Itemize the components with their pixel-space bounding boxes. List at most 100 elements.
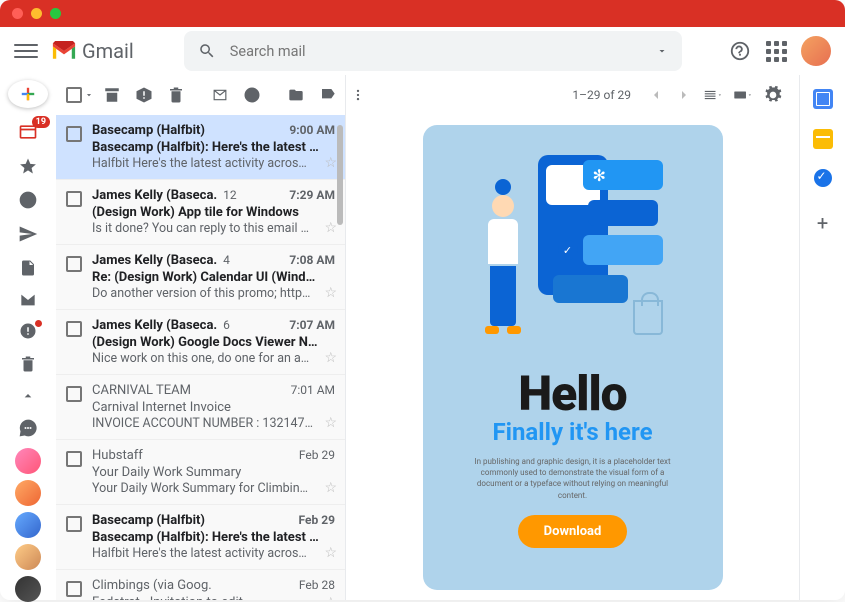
gmail-logo[interactable]: Gmail xyxy=(50,39,134,63)
prev-page-button[interactable] xyxy=(647,86,665,104)
keyboard-button[interactable] xyxy=(733,85,753,105)
search-input[interactable] xyxy=(230,43,656,60)
email-list: Basecamp (Halfbit)9:00 AM Basecamp (Half… xyxy=(56,115,345,600)
email-row[interactable]: Basecamp (Halfbit)9:00 AM Basecamp (Half… xyxy=(56,115,345,180)
maximize-window-button[interactable] xyxy=(50,8,61,19)
star-icon[interactable]: ☆ xyxy=(324,595,337,600)
download-button[interactable]: Download xyxy=(518,515,628,548)
email-sender: James Kelly (Baseca. 6 xyxy=(92,318,230,333)
split-pane-button[interactable] xyxy=(703,85,723,105)
email-preview: ✓ Hello Finally it's here In publishing … xyxy=(346,115,799,600)
drafts-nav[interactable] xyxy=(18,258,38,278)
email-subject: (Design Work) Google Docs Viewer N… xyxy=(92,335,335,350)
select-all[interactable] xyxy=(66,87,94,103)
contact-avatar-3[interactable] xyxy=(15,512,41,538)
contact-avatar-1[interactable] xyxy=(15,448,41,474)
newsletter-title: Hello xyxy=(518,365,626,422)
email-row[interactable]: James Kelly (Baseca. 12 7:29 AM (Design W… xyxy=(56,180,345,245)
trash-nav[interactable] xyxy=(18,354,38,374)
email-preview-text: Halfbit Here's the latest activity acros… xyxy=(92,156,335,171)
newsletter-blurb: In publishing and graphic design, it is … xyxy=(473,456,673,501)
get-addons-button[interactable]: + xyxy=(817,211,828,235)
email-row[interactable]: HubstaffFeb 29 Your Daily Work Summary Y… xyxy=(56,440,345,505)
email-row[interactable]: Climbings (via Goog.Feb 28 Fedstrat - In… xyxy=(56,570,345,600)
email-row[interactable]: James Kelly (Baseca. 4 7:08 AM Re: (Desig… xyxy=(56,245,345,310)
star-icon[interactable]: ☆ xyxy=(324,220,337,236)
email-row[interactable]: Basecamp (Halfbit)Feb 29 Basecamp (Halfb… xyxy=(56,505,345,570)
help-button[interactable] xyxy=(729,40,751,62)
chat-nav[interactable] xyxy=(18,418,38,438)
email-sender: CARNIVAL TEAM xyxy=(92,383,191,398)
app-header: Gmail xyxy=(0,27,845,75)
next-page-button[interactable] xyxy=(675,86,693,104)
reading-pane: 1–29 of 29 ✓ Hello Finally it's here In … xyxy=(346,75,799,600)
archive-button[interactable] xyxy=(103,86,121,104)
email-checkbox[interactable] xyxy=(66,516,82,561)
close-window-button[interactable] xyxy=(12,8,23,19)
email-row[interactable]: CARNIVAL TEAM7:01 AM Carnival Internet I… xyxy=(56,375,345,440)
star-icon[interactable]: ☆ xyxy=(324,480,337,496)
star-icon[interactable]: ☆ xyxy=(324,285,337,301)
email-checkbox[interactable] xyxy=(66,256,82,301)
email-sender: Climbings (via Goog. xyxy=(92,578,212,593)
email-checkbox[interactable] xyxy=(66,126,82,171)
email-sender: Basecamp (Halfbit) xyxy=(92,123,205,138)
keep-addon[interactable] xyxy=(813,129,833,149)
email-subject: Re: (Design Work) Calendar UI (Wind… xyxy=(92,270,335,285)
search-bar[interactable] xyxy=(184,31,682,71)
star-icon[interactable]: ☆ xyxy=(324,155,337,171)
spam-button[interactable] xyxy=(135,86,153,104)
newsletter-content: ✓ Hello Finally it's here In publishing … xyxy=(423,125,723,590)
collapse-nav[interactable] xyxy=(18,388,38,404)
email-time: 7:01 AM xyxy=(291,383,335,397)
delete-button[interactable] xyxy=(167,86,185,104)
search-icon xyxy=(198,42,216,60)
email-checkbox[interactable] xyxy=(66,581,82,600)
important-nav[interactable] xyxy=(18,322,38,340)
star-icon[interactable]: ☆ xyxy=(324,415,337,431)
contact-avatar-2[interactable] xyxy=(15,480,41,506)
contact-avatar-5[interactable] xyxy=(15,576,41,602)
content-toolbar: 1–29 of 29 xyxy=(346,75,799,115)
apps-button[interactable] xyxy=(765,40,787,62)
email-time: Feb 29 xyxy=(299,513,335,527)
starred-nav[interactable] xyxy=(18,156,38,176)
email-sender: James Kelly (Baseca. 4 xyxy=(92,253,230,268)
email-checkbox[interactable] xyxy=(66,451,82,496)
compose-button[interactable] xyxy=(8,80,48,108)
scrollbar[interactable] xyxy=(337,125,343,225)
email-time: 7:08 AM xyxy=(289,253,335,267)
email-sender: James Kelly (Baseca. 12 xyxy=(92,188,237,203)
email-row[interactable]: James Kelly (Baseca. 67:07 AM (Design Wo… xyxy=(56,310,345,375)
sent-nav[interactable] xyxy=(18,224,38,244)
email-subject: Your Daily Work Summary xyxy=(92,465,335,480)
email-checkbox[interactable] xyxy=(66,321,82,366)
snoozed-nav[interactable] xyxy=(18,190,38,210)
calendar-addon[interactable] xyxy=(813,89,833,109)
hero-illustration: ✓ xyxy=(453,145,693,345)
star-icon[interactable]: ☆ xyxy=(324,545,337,561)
move-button[interactable] xyxy=(287,86,305,104)
minimize-window-button[interactable] xyxy=(31,8,42,19)
star-icon[interactable]: ☆ xyxy=(324,350,337,366)
settings-button[interactable] xyxy=(763,85,783,105)
email-preview-text: Halfbit Here's the latest activity acros… xyxy=(92,546,335,561)
email-checkbox[interactable] xyxy=(66,191,82,236)
hangouts-contacts xyxy=(15,448,41,602)
tasks-addon[interactable] xyxy=(814,169,832,187)
contact-avatar-4[interactable] xyxy=(15,544,41,570)
label-button[interactable] xyxy=(319,86,337,104)
snooze-button[interactable] xyxy=(243,86,261,104)
email-checkbox[interactable] xyxy=(66,386,82,431)
more-button[interactable] xyxy=(351,86,365,104)
email-subject: (Design Work) App tile for Windows xyxy=(92,205,335,220)
account-avatar[interactable] xyxy=(801,36,831,66)
search-options-dropdown[interactable] xyxy=(656,45,668,57)
email-time: 7:29 AM xyxy=(289,188,335,202)
main-menu-button[interactable] xyxy=(14,39,38,63)
email-time: Feb 29 xyxy=(299,448,335,462)
pagination-range: 1–29 of 29 xyxy=(572,88,631,102)
mark-read-button[interactable] xyxy=(211,86,229,104)
inbox-nav[interactable]: 19 xyxy=(18,122,38,142)
all-mail-nav[interactable] xyxy=(18,292,38,308)
